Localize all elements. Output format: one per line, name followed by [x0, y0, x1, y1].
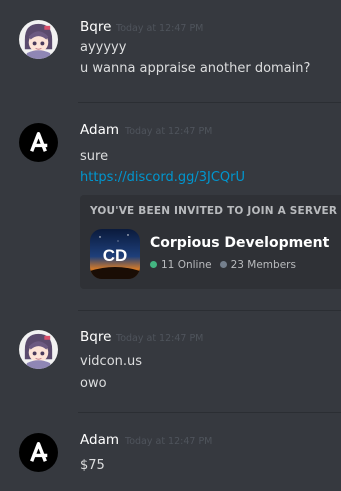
user-avatar-adam[interactable]	[19, 123, 58, 162]
message-divider	[78, 102, 341, 103]
message-text: sure	[80, 149, 109, 164]
server-icon-text: CD	[103, 246, 128, 265]
author-name[interactable]: Adam	[80, 432, 119, 449]
message-text: ayyyyy	[80, 40, 127, 55]
online-count: 11 Online	[161, 259, 212, 271]
server-presence: 11 Online 23 Members	[150, 259, 296, 271]
message-divider	[78, 310, 341, 311]
anime-avatar-icon	[19, 20, 58, 59]
message-divider	[78, 412, 341, 413]
logo-avatar-icon	[19, 123, 58, 162]
logo-avatar-icon	[19, 433, 58, 472]
invite-heading: YOU'VE BEEN INVITED TO JOIN A SERVER	[90, 205, 338, 217]
message-timestamp: Today at 12:47 PM	[125, 126, 213, 137]
user-avatar-bqre[interactable]	[19, 330, 58, 369]
message-timestamp: Today at 12:47 PM	[116, 23, 204, 34]
server-icon[interactable]: CD	[90, 229, 140, 279]
author-name[interactable]: Bqre	[80, 329, 111, 346]
server-name[interactable]: Corpious Development	[150, 235, 329, 251]
user-avatar-adam[interactable]	[19, 433, 58, 472]
message-text: u wanna appraise another domain?	[80, 61, 311, 76]
server-invite-card: YOU'VE BEEN INVITED TO JOIN A SERVER CD …	[80, 195, 341, 289]
members-status-icon	[219, 261, 227, 268]
message-timestamp: Today at 12:47 PM	[125, 436, 213, 447]
user-avatar-bqre[interactable]	[19, 20, 58, 59]
anime-avatar-icon	[19, 330, 58, 369]
message-text: vidcon.us	[80, 354, 143, 369]
message-timestamp: Today at 12:47 PM	[116, 333, 204, 344]
message-text: owo	[80, 376, 107, 391]
author-name[interactable]: Bqre	[80, 19, 111, 36]
member-count: 23 Members	[230, 259, 296, 271]
author-name[interactable]: Adam	[80, 122, 119, 139]
server-logo-icon: CD	[90, 229, 140, 279]
message-text: $75	[80, 458, 105, 473]
online-status-icon	[150, 261, 157, 268]
invite-link[interactable]: https://discord.gg/3JCQrU	[80, 169, 245, 186]
